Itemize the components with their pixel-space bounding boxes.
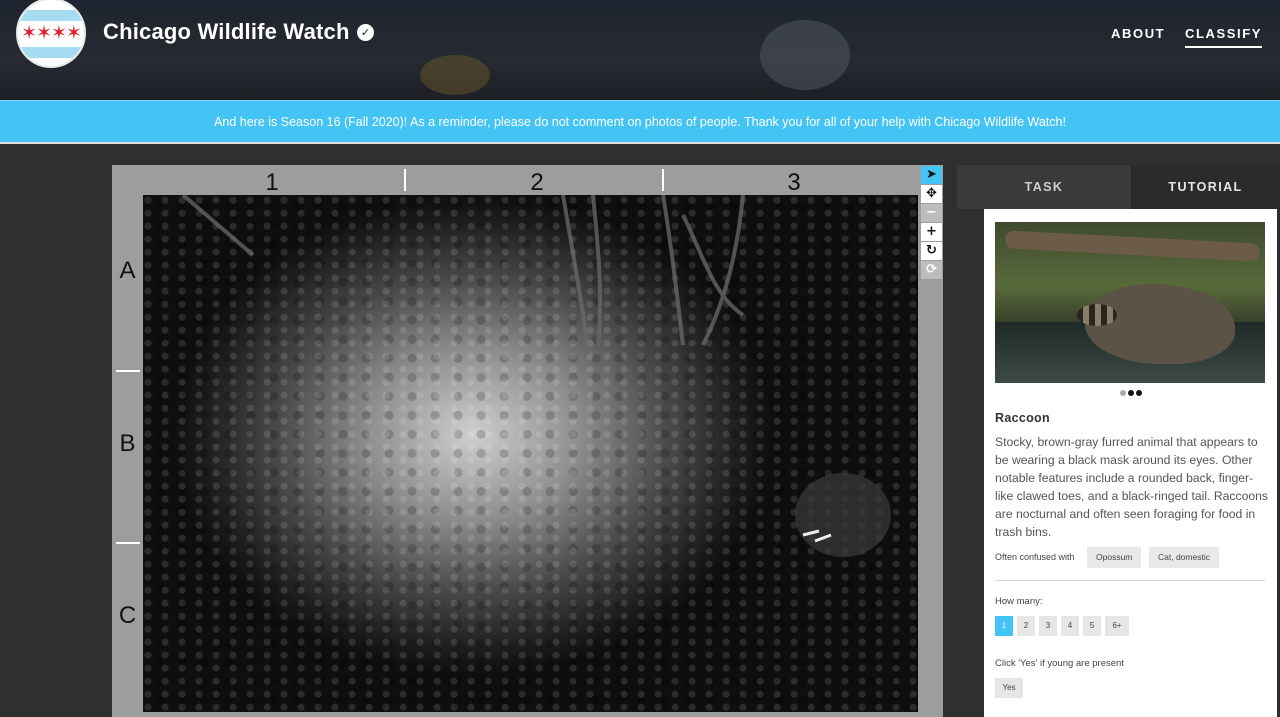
- carousel-dot[interactable]: [1127, 390, 1134, 396]
- animal-silhouette: [795, 473, 891, 557]
- count-button-4[interactable]: 4: [1061, 616, 1079, 636]
- rotate-icon[interactable]: ↻: [921, 242, 942, 260]
- young-yes-button[interactable]: Yes: [995, 678, 1023, 698]
- announcement-banner: And here is Season 16 (Fall 2020)! As a …: [0, 100, 1280, 144]
- section-divider: [995, 580, 1265, 581]
- grid-divider: [116, 370, 140, 372]
- thumb-raccoon-tail: [1077, 304, 1117, 326]
- tab-tutorial[interactable]: TUTORIAL: [1131, 165, 1280, 209]
- count-button-5[interactable]: 5: [1083, 616, 1101, 636]
- carousel-dots: [984, 388, 1277, 398]
- plant-stem: [591, 195, 603, 346]
- project-title[interactable]: Chicago Wildlife Watch: [103, 19, 350, 45]
- how-many-label: How many:: [995, 596, 1043, 607]
- species-detail-panel: Raccoon Stocky, brown-gray furred animal…: [984, 209, 1277, 717]
- plant-stem: [561, 195, 590, 356]
- carousel-dot[interactable]: [1119, 390, 1126, 396]
- pointer-icon[interactable]: ➤: [921, 166, 942, 184]
- grid-row-label: B: [119, 430, 136, 457]
- header-background: [420, 55, 490, 95]
- species-example-image[interactable]: [995, 222, 1265, 383]
- zoom-out-icon[interactable]: −: [921, 204, 942, 222]
- grid-row-labels: A B C: [112, 195, 143, 717]
- count-button-3[interactable]: 3: [1039, 616, 1057, 636]
- grid-row-label: A: [119, 257, 136, 284]
- site-header: ✶✶✶✶ Chicago Wildlife Watch ✓ ABOUT CLAS…: [0, 0, 1280, 100]
- project-logo[interactable]: ✶✶✶✶: [16, 0, 86, 68]
- count-button-6plus[interactable]: 6+: [1105, 616, 1129, 636]
- viewer-toolbar: ➤ ✥ − + ↻ ⟳: [920, 165, 943, 280]
- zoom-in-icon[interactable]: +: [921, 223, 942, 241]
- grid-column-label: 2: [530, 169, 544, 196]
- image-foreground: [181, 195, 891, 557]
- grid-row-label: C: [118, 602, 137, 629]
- plant-stem: [661, 195, 685, 346]
- grid-divider: [662, 169, 664, 191]
- reset-icon[interactable]: ⟳: [921, 261, 942, 279]
- nav-classify[interactable]: CLASSIFY: [1185, 26, 1263, 48]
- verified-badge-icon: ✓: [357, 24, 374, 41]
- header-background-2: [760, 20, 850, 90]
- flag-stripe: [18, 47, 84, 58]
- flag-stars: ✶✶✶✶: [21, 22, 82, 44]
- grid-divider: [404, 169, 406, 191]
- subject-viewer: 1 2 3 A B C ➤ ✥ − + ↻ ⟳: [112, 165, 943, 717]
- task-panel-tabs: TASK TUTORIAL: [957, 165, 1280, 209]
- count-button-1[interactable]: 1: [995, 616, 1013, 636]
- grid-column-label: 1: [265, 169, 279, 196]
- plant-stem: [681, 214, 745, 317]
- flag-stripe: [18, 10, 84, 21]
- nav-about[interactable]: ABOUT: [1111, 26, 1165, 41]
- camera-trap-image[interactable]: [143, 195, 918, 712]
- carousel-dot[interactable]: [1135, 390, 1142, 396]
- grid-column-labels: 1 2 3: [143, 165, 918, 196]
- grid-divider: [116, 542, 140, 544]
- plant-stem: [181, 195, 255, 257]
- young-present-label: Click 'Yes' if young are present: [995, 658, 1124, 669]
- tab-task[interactable]: TASK: [957, 165, 1131, 209]
- count-button-2[interactable]: 2: [1017, 616, 1035, 636]
- confused-with-chip[interactable]: Opossum: [1087, 547, 1142, 568]
- grid-column-label: 3: [787, 169, 801, 196]
- pan-icon[interactable]: ✥: [921, 185, 942, 203]
- confused-with-label: Often confused with: [995, 552, 1075, 562]
- species-name: Raccoon: [995, 411, 1050, 425]
- thumb-log: [1004, 230, 1261, 262]
- species-description: Stocky, brown-gray furred animal that ap…: [995, 435, 1269, 539]
- confused-with-chip[interactable]: Cat, domestic: [1149, 547, 1219, 568]
